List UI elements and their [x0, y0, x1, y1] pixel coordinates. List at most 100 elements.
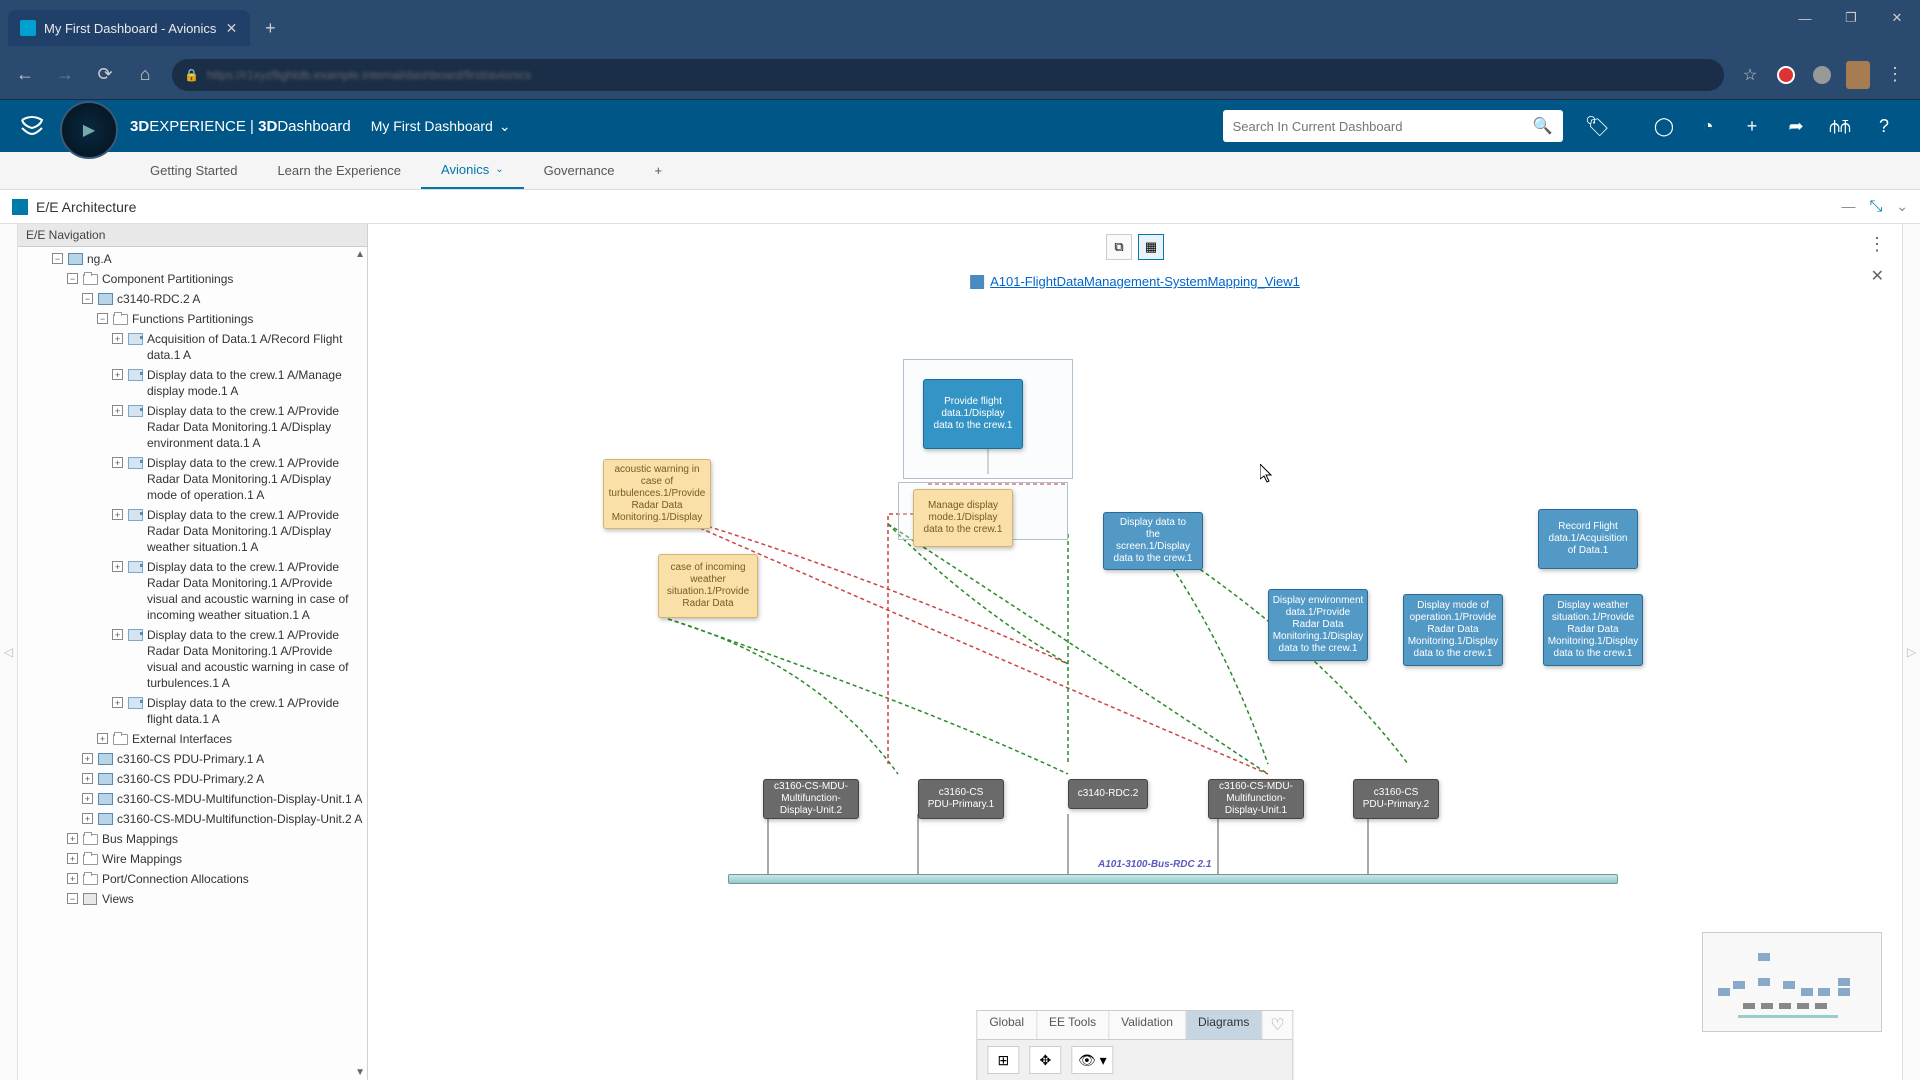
scroll-down-icon[interactable]: ▼	[355, 1067, 365, 1078]
diagram-node[interactable]: c3140-RDC.2	[1068, 779, 1148, 809]
bottom-tab-global[interactable]: Global	[977, 1011, 1037, 1039]
add-icon[interactable]: +	[1740, 114, 1764, 138]
tree-item[interactable]: Display data to the crew.1 A/Provide Rad…	[147, 455, 363, 503]
tree-toggle[interactable]: +	[82, 813, 93, 824]
tree-toggle[interactable]: −	[67, 273, 78, 284]
diagram-node[interactable]: Provide flight data.1/Display data to th…	[923, 379, 1023, 449]
tree-item[interactable]: Acquisition of Data.1 A/Record Flight da…	[147, 331, 363, 363]
tree-item[interactable]: Wire Mappings	[102, 851, 363, 867]
tool-route-icon[interactable]: ✥	[1029, 1046, 1061, 1074]
diagram-node[interactable]: Record Flight data.1/Acquisition of Data…	[1538, 509, 1638, 569]
diagram-node[interactable]: Display mode of operation.1/Provide Rada…	[1403, 594, 1503, 666]
tab-add-button[interactable]: +	[634, 152, 682, 189]
tab-getting-started[interactable]: Getting Started	[130, 152, 257, 189]
tree-toggle[interactable]: +	[67, 873, 78, 884]
tree-toggle[interactable]: +	[67, 853, 78, 864]
profile-icon[interactable]: ◯	[1652, 114, 1676, 138]
tree-item[interactable]: c3160-CS PDU-Primary.2 A	[117, 771, 363, 787]
tab-learn-experience[interactable]: Learn the Experience	[257, 152, 421, 189]
diagram-node[interactable]: case of incoming weather situation.1/Pro…	[658, 554, 758, 618]
search-box[interactable]: 🔍	[1223, 110, 1563, 142]
diagram-node[interactable]: Manage display mode.1/Display data to th…	[913, 489, 1013, 547]
tree-item[interactable]: Port/Connection Allocations	[102, 871, 363, 887]
tree-toggle[interactable]: +	[112, 697, 123, 708]
window-close-icon[interactable]: ✕	[1874, 0, 1920, 36]
window-maximize-icon[interactable]: ❐	[1828, 0, 1874, 36]
breadcrumb[interactable]: My First Dashboard ⌄	[371, 118, 511, 135]
tree-toggle[interactable]: −	[67, 893, 78, 904]
tree-toggle[interactable]: −	[82, 293, 93, 304]
tree-toggle[interactable]: +	[82, 793, 93, 804]
tree-item[interactable]: c3160-CS PDU-Primary.1 A	[117, 751, 363, 767]
search-icon[interactable]: 🔍	[1533, 116, 1553, 136]
tree-toggle[interactable]: +	[82, 773, 93, 784]
tree-toggle[interactable]: +	[97, 733, 108, 744]
bottom-tab-diagrams[interactable]: Diagrams	[1186, 1011, 1262, 1039]
left-rail[interactable]: ◁	[0, 224, 18, 1080]
tree-item[interactable]: Component Partitionings	[102, 271, 363, 287]
tool-visibility-icon[interactable]: 👁 ▾	[1071, 1046, 1113, 1074]
tree-item[interactable]: Display data to the crew.1 A/Provide fli…	[147, 695, 363, 727]
tab-avionics[interactable]: Avionics ⌄	[421, 152, 524, 189]
nav-back-icon[interactable]: ←	[12, 62, 38, 88]
tree-toggle[interactable]: −	[52, 253, 63, 264]
nav-reload-icon[interactable]: ⟳	[92, 62, 118, 88]
tree-body[interactable]: ▲ −ng.A −Component Partitionings −c3140-…	[18, 247, 367, 1080]
widget-collapse-icon[interactable]: ⤡	[1869, 198, 1882, 216]
bus-bar[interactable]	[728, 874, 1618, 884]
tree-item[interactable]: c3160-CS-MDU-Multifunction-Display-Unit.…	[117, 811, 363, 827]
tree-toggle[interactable]: +	[112, 561, 123, 572]
bottom-tab-ee-tools[interactable]: EE Tools	[1037, 1011, 1109, 1039]
widget-menu-icon[interactable]: ⌄	[1896, 198, 1908, 216]
new-tab-button[interactable]: +	[256, 14, 284, 42]
tree-toggle[interactable]: +	[112, 369, 123, 380]
extension-red-icon[interactable]	[1774, 63, 1798, 87]
nav-home-icon[interactable]: ⌂	[132, 62, 158, 88]
diagram-node[interactable]: Display weather situation.1/Provide Rada…	[1543, 594, 1643, 666]
tree-toggle[interactable]: +	[67, 833, 78, 844]
tag-icon[interactable]: 🏷	[1585, 114, 1610, 139]
nav-forward-icon[interactable]: →	[52, 62, 78, 88]
diagram-node[interactable]: Display data to the screen.1/Display dat…	[1103, 512, 1203, 570]
extension-gray-icon[interactable]	[1810, 63, 1834, 87]
ds-logo-icon[interactable]	[16, 110, 48, 142]
scroll-up-icon[interactable]: ▲	[355, 249, 365, 260]
diagram-node[interactable]: Display environment data.1/Provide Radar…	[1268, 589, 1368, 661]
widget-minimize-icon[interactable]: —	[1841, 198, 1855, 216]
compass-icon[interactable]	[60, 101, 118, 159]
tree-toggle[interactable]: +	[112, 629, 123, 640]
tree-item[interactable]: c3160-CS-MDU-Multifunction-Display-Unit.…	[117, 791, 363, 807]
tree-toggle[interactable]: +	[112, 509, 123, 520]
tab-close-icon[interactable]: ✕	[224, 21, 238, 35]
tool-grid-icon[interactable]: ⊞	[987, 1046, 1019, 1074]
tree-item[interactable]: Display data to the crew.1 A/Provide Rad…	[147, 403, 363, 451]
favorite-icon[interactable]: ♡	[1262, 1011, 1292, 1039]
diagram-node[interactable]: c3160-CS-MDU-Multifunction-Display-Unit.…	[763, 779, 859, 819]
tree-item[interactable]: Bus Mappings	[102, 831, 363, 847]
tree-item[interactable]: Display data to the crew.1 A/Manage disp…	[147, 367, 363, 399]
notifications-icon[interactable]: ◔	[1696, 114, 1720, 138]
bottom-tab-validation[interactable]: Validation	[1109, 1011, 1186, 1039]
tree-item[interactable]: Display data to the crew.1 A/Provide Rad…	[147, 627, 363, 691]
tree-toggle[interactable]: +	[82, 753, 93, 764]
tree-item[interactable]: ng.A	[87, 251, 363, 267]
tree-item[interactable]: Views	[102, 891, 363, 907]
diagram-node[interactable]: c3160-CS-MDU-Multifunction-Display-Unit.…	[1208, 779, 1304, 819]
diagram-node[interactable]: c3160-CS PDU-Primary.1	[918, 779, 1004, 819]
diagram-canvas[interactable]: ⧉ ▦ ⋮ A101-FlightDataManagement-SystemMa…	[368, 224, 1902, 1080]
tree-toggle[interactable]: +	[112, 333, 123, 344]
tree-item[interactable]: c3140-RDC.2 A	[117, 291, 363, 307]
diagram-node[interactable]: acoustic warning in case of turbulences.…	[603, 459, 711, 529]
tree-item[interactable]: Display data to the crew.1 A/Provide Rad…	[147, 559, 363, 623]
tab-governance[interactable]: Governance	[524, 152, 635, 189]
tree-toggle[interactable]: +	[112, 405, 123, 416]
search-input[interactable]	[1233, 119, 1533, 134]
browser-tab[interactable]: My First Dashboard - Avionics ✕	[8, 10, 250, 46]
browser-menu-icon[interactable]: ⋮	[1882, 62, 1908, 88]
tree-item[interactable]: External Interfaces	[132, 731, 363, 747]
minimap[interactable]	[1702, 932, 1882, 1032]
share-icon[interactable]: ➦	[1784, 114, 1808, 138]
tree-item[interactable]: Display data to the crew.1 A/Provide Rad…	[147, 507, 363, 555]
profile-avatar[interactable]	[1846, 63, 1870, 87]
tree-item[interactable]: Functions Partitionings	[132, 311, 363, 327]
